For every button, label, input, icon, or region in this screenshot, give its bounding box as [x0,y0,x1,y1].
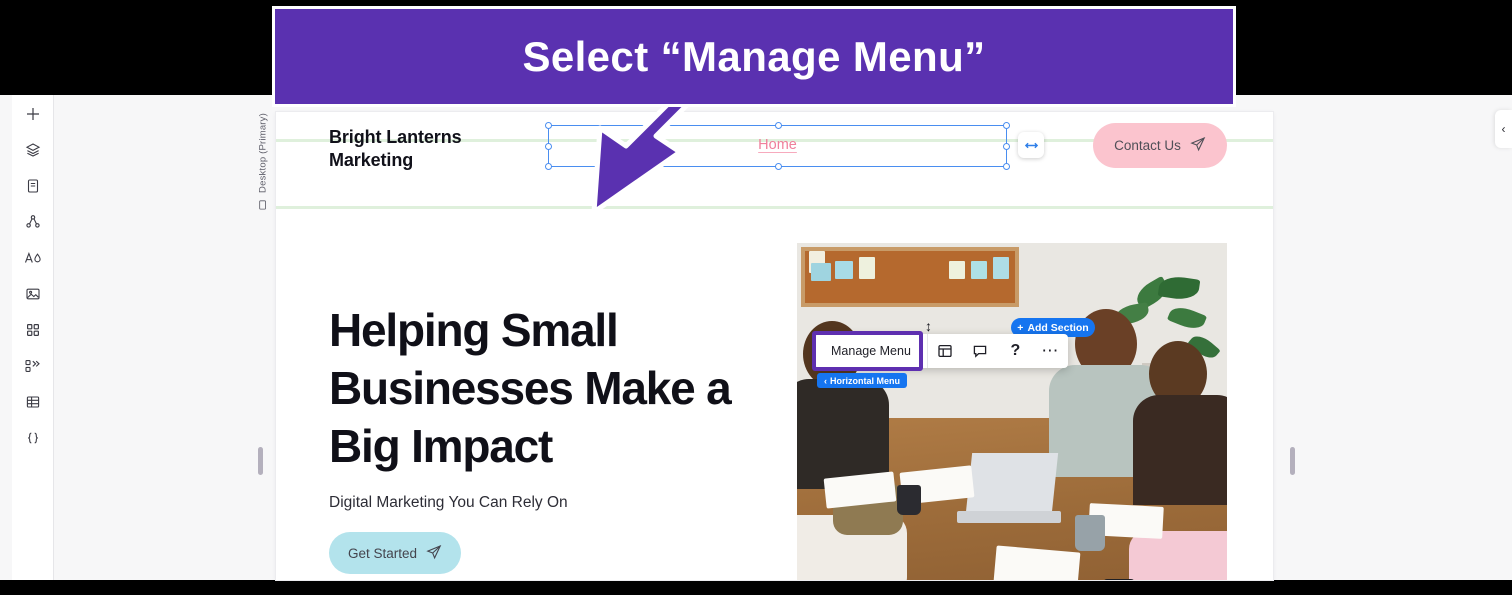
contact-us-label: Contact Us [1114,138,1181,153]
resize-handle-tl[interactable] [545,122,552,129]
site-structure-icon[interactable] [18,209,48,235]
cms-icon[interactable] [18,389,48,415]
left-toolbar-rail [12,95,54,580]
chevron-left-icon: ‹ [824,375,827,386]
comment-icon[interactable] [963,334,998,368]
element-toolbar: Manage Menu ? ⋯ [815,334,1068,368]
resize-handle-bl[interactable] [545,163,552,170]
device-label: Desktop (Primary) [254,113,272,210]
text-styles-icon[interactable] [18,245,48,271]
manage-menu-button[interactable]: Manage Menu [815,334,928,368]
element-type-label: Horizontal Menu [830,375,900,386]
instruction-text: Select “Manage Menu” [522,32,986,80]
resize-handle-tc[interactable] [775,122,782,129]
hero-image [797,243,1227,580]
help-button[interactable]: ? [998,334,1033,368]
send-icon [426,544,442,563]
instruction-callout-banner: Select “Manage Menu” [272,6,1236,107]
hero-heading: Helping Small Businesses Make a Big Impa… [329,304,732,472]
resize-handle-br[interactable] [1003,163,1010,170]
screenshot-root: Desktop (Primary) Bright Lanterns Marketi… [0,0,1512,595]
resize-handle-tr[interactable] [1003,122,1010,129]
site-logo-text: Bright Lanterns Marketing [329,127,462,170]
element-type-tag[interactable]: ‹ Horizontal Menu [817,373,907,388]
editor-shell: Desktop (Primary) Bright Lanterns Marketi… [0,95,1512,580]
monitor-icon [258,200,268,210]
vertical-resize-cursor-icon: ↕ [925,318,932,334]
plus-icon: + [1017,321,1024,334]
collapse-right-panel-button[interactable]: ‹ [1495,110,1512,148]
resize-handle-ml[interactable] [545,143,552,150]
blocks-icon[interactable] [18,353,48,379]
hero-subheading: Digital Marketing You Can Rely On [329,494,568,511]
resize-handle-mr[interactable] [1003,143,1010,150]
more-options-button[interactable]: ⋯ [1033,334,1068,368]
add-section-label: Add Section [1027,321,1089,334]
canvas-resize-handle-left[interactable] [258,447,263,475]
get-started-button[interactable]: Get Started [329,532,461,574]
resize-handle-bc[interactable] [775,163,782,170]
help-label: ? [1010,342,1021,359]
page-preview-frame: Bright Lanterns Marketing Home Contact U… [276,112,1273,580]
canvas-area: Desktop (Primary) Bright Lanterns Marketi… [54,95,1512,580]
dev-mode-icon[interactable] [18,425,48,451]
add-icon[interactable] [18,101,48,127]
layers-icon[interactable] [18,137,48,163]
pages-icon[interactable] [18,173,48,199]
apps-icon[interactable] [18,317,48,343]
canvas-resize-handle-right[interactable] [1290,447,1295,475]
send-icon [1190,136,1206,155]
get-started-label: Get Started [347,545,418,561]
device-label-text: Desktop (Primary) [257,113,269,193]
more-label: ⋯ [1041,341,1060,360]
stretch-width-button[interactable] [1018,132,1044,158]
layout-icon[interactable] [928,334,963,368]
contact-us-button[interactable]: Contact Us [1093,123,1227,168]
media-icon[interactable] [18,281,48,307]
